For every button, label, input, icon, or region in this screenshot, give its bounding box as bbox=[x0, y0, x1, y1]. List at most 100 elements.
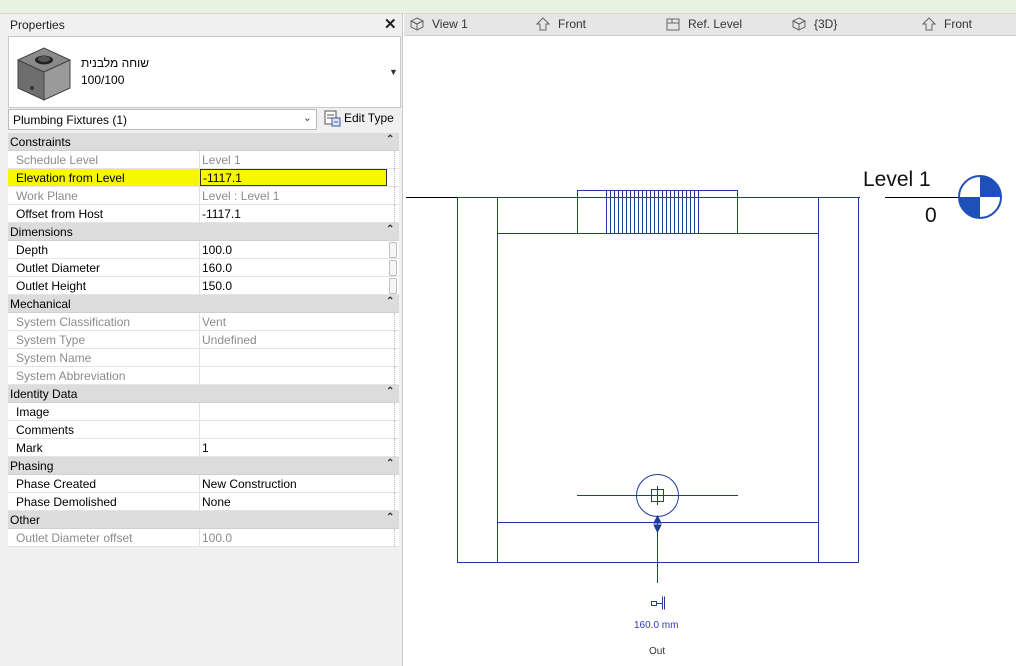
type-size: 100/100 bbox=[81, 73, 125, 87]
property-value-cell[interactable]: None bbox=[200, 493, 387, 510]
property-row[interactable]: Outlet Height 150.0 bbox=[8, 277, 399, 295]
property-row[interactable]: Mark 1 bbox=[8, 439, 399, 457]
collapse-icon[interactable]: ⌃ bbox=[386, 458, 394, 469]
property-value[interactable]: 150.0 bbox=[202, 279, 232, 293]
instance-filter-dropdown[interactable]: Plumbing Fixtures (1) ⌄ bbox=[8, 109, 317, 130]
property-row[interactable]: Offset from Host -1117.1 bbox=[8, 205, 399, 223]
property-row[interactable]: System Type Undefined bbox=[8, 331, 399, 349]
drawing-canvas[interactable] bbox=[404, 36, 1016, 666]
property-value-cell[interactable]: 100.0 bbox=[200, 241, 387, 258]
row-divider bbox=[394, 169, 396, 187]
elevation-input[interactable]: -1117.1 bbox=[200, 169, 387, 186]
tab-label: Front bbox=[558, 17, 587, 31]
property-value-cell bbox=[200, 367, 387, 384]
property-name-cell: Offset from Host bbox=[8, 205, 200, 222]
collapse-icon[interactable]: ⌃ bbox=[386, 224, 394, 235]
properties-grid: Constraints ⌃ Schedule Level Level 1 Elevati… bbox=[8, 133, 399, 547]
property-row[interactable]: Comments bbox=[8, 421, 399, 439]
level-name[interactable]: Level 1 bbox=[863, 168, 931, 192]
property-name: Outlet Height bbox=[16, 279, 87, 293]
row-divider bbox=[394, 349, 396, 367]
collapse-icon[interactable]: ⌃ bbox=[386, 296, 394, 307]
outlet-connector[interactable] bbox=[577, 474, 738, 584]
property-name: Phase Created bbox=[16, 477, 97, 491]
property-value-cell[interactable]: New Construction bbox=[200, 475, 387, 492]
property-row[interactable]: Elevation from Level -1117.1 bbox=[8, 169, 399, 187]
tab-label: {3D} bbox=[814, 17, 838, 31]
property-value-cell[interactable]: -1117.1 bbox=[200, 205, 387, 222]
property-name-cell: System Classification bbox=[8, 313, 200, 330]
property-value[interactable]: 100.0 bbox=[202, 243, 232, 257]
category-other[interactable]: Other ⌃ bbox=[8, 511, 399, 529]
category-phasing[interactable]: Phasing ⌃ bbox=[8, 457, 399, 475]
property-row[interactable]: Depth 100.0 bbox=[8, 241, 399, 259]
category-dimensions[interactable]: Dimensions ⌃ bbox=[8, 223, 399, 241]
property-value-cell: Level : Level 1 bbox=[200, 187, 387, 204]
property-row[interactable]: Outlet Diameter offset 100.0 bbox=[8, 529, 399, 547]
property-name: Offset from Host bbox=[16, 207, 104, 221]
tab-label: Front bbox=[944, 17, 973, 31]
property-row[interactable]: System Name bbox=[8, 349, 399, 367]
property-row[interactable]: Phase Demolished None bbox=[8, 493, 399, 511]
3d-view-icon bbox=[410, 17, 424, 31]
value-edit-handle[interactable] bbox=[389, 260, 397, 276]
value-edit-handle[interactable] bbox=[389, 242, 397, 258]
property-name-cell: Outlet Height bbox=[8, 277, 200, 294]
property-value[interactable]: -1117.1 bbox=[203, 171, 242, 185]
value-edit-handle[interactable] bbox=[389, 278, 397, 294]
collapse-icon[interactable]: ⌃ bbox=[386, 386, 394, 397]
property-value[interactable]: 1 bbox=[202, 441, 209, 455]
property-value-cell[interactable]: 1 bbox=[200, 439, 387, 456]
category-constraints[interactable]: Constraints ⌃ bbox=[8, 133, 399, 151]
property-row[interactable]: Phase Created New Construction bbox=[8, 475, 399, 493]
level-head-icon[interactable] bbox=[958, 175, 1002, 219]
edit-type-button[interactable]: Edit Type bbox=[322, 108, 398, 130]
property-value-cell[interactable]: 160.0 bbox=[200, 259, 387, 276]
property-row[interactable]: Outlet Diameter 160.0 bbox=[8, 259, 399, 277]
row-divider bbox=[394, 529, 396, 547]
type-selector[interactable]: שוחה מלבנית 100/100 ▼ bbox=[8, 36, 401, 108]
property-name-cell: Schedule Level bbox=[8, 151, 200, 168]
row-divider bbox=[394, 331, 396, 349]
close-icon[interactable]: ✕ bbox=[384, 15, 397, 33]
edit-type-icon bbox=[324, 110, 341, 127]
property-name-cell: Work Plane bbox=[8, 187, 200, 204]
level-elevation[interactable]: 0 bbox=[925, 204, 937, 228]
property-value[interactable]: None bbox=[202, 495, 231, 509]
property-name: System Type bbox=[16, 333, 86, 347]
property-name: Phase Demolished bbox=[16, 495, 117, 509]
elevation-icon bbox=[536, 17, 550, 31]
tab-label: Ref. Level bbox=[688, 17, 743, 31]
category-identity-data[interactable]: Identity Data ⌃ bbox=[8, 385, 399, 403]
row-divider bbox=[394, 403, 396, 421]
outlet-dimension-label: 160.0 mm bbox=[634, 620, 679, 631]
category-label: Phasing bbox=[10, 459, 54, 473]
manhole-cover[interactable] bbox=[577, 190, 738, 234]
row-divider bbox=[394, 367, 396, 385]
dropdown-arrow-icon[interactable]: ▼ bbox=[389, 67, 398, 77]
property-row[interactable]: System Classification Vent bbox=[8, 313, 399, 331]
property-value-cell: 100.0 bbox=[200, 529, 387, 546]
property-value-cell[interactable]: 150.0 bbox=[200, 277, 387, 294]
row-divider bbox=[394, 421, 396, 439]
property-value[interactable]: 160.0 bbox=[202, 261, 232, 275]
properties-palette: Properties ✕ שוחה מלבנית 100/100 ▼ Plumb… bbox=[0, 14, 403, 666]
property-value-cell[interactable] bbox=[200, 421, 387, 438]
row-divider bbox=[394, 439, 396, 457]
collapse-icon[interactable]: ⌃ bbox=[386, 512, 394, 523]
property-row[interactable]: Schedule Level Level 1 bbox=[8, 151, 399, 169]
property-value[interactable]: New Construction bbox=[202, 477, 297, 491]
property-value[interactable]: -1117.1 bbox=[202, 207, 241, 221]
collapse-icon[interactable]: ⌃ bbox=[386, 134, 394, 145]
chevron-down-icon[interactable]: ⌄ bbox=[303, 111, 312, 124]
property-value-cell[interactable] bbox=[200, 403, 387, 420]
category-mechanical[interactable]: Mechanical ⌃ bbox=[8, 295, 399, 313]
property-row[interactable]: Work Plane Level : Level 1 bbox=[8, 187, 399, 205]
manhole-body[interactable] bbox=[457, 197, 859, 563]
property-row[interactable]: Image bbox=[8, 403, 399, 421]
row-divider bbox=[394, 205, 396, 223]
top-strip bbox=[0, 0, 1016, 14]
property-row[interactable]: System Abbreviation bbox=[8, 367, 399, 385]
property-name-cell: System Name bbox=[8, 349, 200, 366]
property-value-cell[interactable]: -1117.1 bbox=[200, 169, 387, 186]
